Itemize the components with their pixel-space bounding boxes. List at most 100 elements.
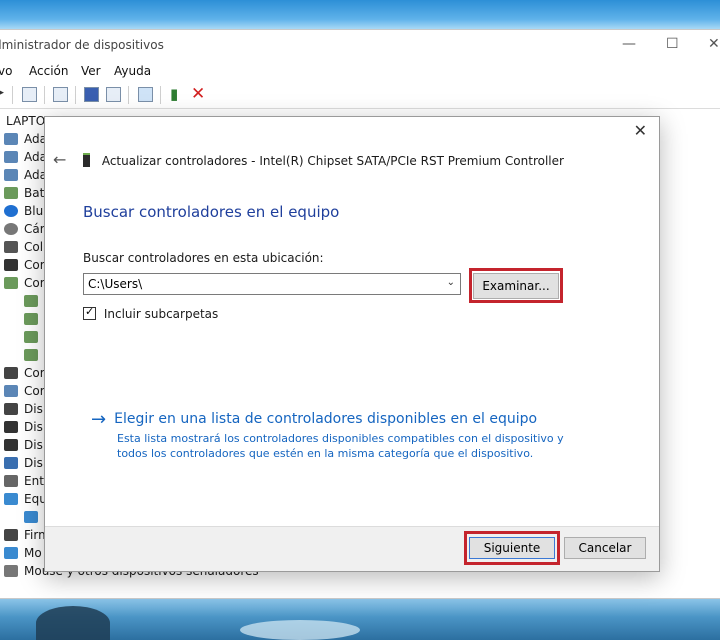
tree-item-label: Dis <box>24 456 43 470</box>
tree-item[interactable]: Firm <box>4 528 50 546</box>
tree-item-label: Dis <box>24 402 43 416</box>
minimize-icon[interactable]: — <box>622 36 636 52</box>
monitor-icon <box>4 547 18 559</box>
wallpaper-rock <box>36 606 110 640</box>
chevron-down-icon[interactable]: ⌄ <box>447 277 455 288</box>
display-icon <box>4 457 18 469</box>
tree-subitem[interactable] <box>24 312 44 330</box>
tree-item[interactable]: Bat <box>4 186 44 204</box>
forward-icon[interactable]: ▶ <box>0 85 9 100</box>
window-close-icon[interactable]: ✕ <box>708 36 720 52</box>
dialog-footer: Siguiente Cancelar <box>45 526 659 571</box>
toolbar-separator <box>12 86 13 104</box>
path-input[interactable] <box>84 274 432 294</box>
toolbar-separator <box>75 86 76 104</box>
tree-subitem[interactable] <box>24 348 44 366</box>
include-subfolders-checkbox[interactable]: ✓ <box>83 305 96 320</box>
help-icon[interactable] <box>84 87 99 102</box>
keyboard-icon <box>4 403 18 415</box>
toolbar-separator <box>160 86 161 104</box>
tree-item[interactable]: Dis <box>4 402 43 420</box>
battery-icon <box>4 187 18 199</box>
controller-chip-icon <box>24 295 38 307</box>
camera-icon <box>4 223 18 235</box>
pick-from-list-text: Elegir en una lista de controladores dis… <box>114 411 538 427</box>
tree-subitem[interactable] <box>24 294 44 312</box>
pick-from-list-link[interactable]: → Elegir en una lista de controladores di… <box>91 409 537 430</box>
update-driver-dialog: ✕ ← Actualizar controladores - Intel(R) … <box>44 116 660 572</box>
cancel-button[interactable]: Cancelar <box>564 537 646 559</box>
close-icon[interactable]: ✕ <box>634 121 647 140</box>
tree-item[interactable]: Dis <box>4 438 43 456</box>
menu-accion[interactable]: Acción <box>29 64 68 78</box>
menu-ver[interactable]: Ver <box>81 64 101 78</box>
tree-item[interactable]: Equ <box>4 492 47 510</box>
tree-item[interactable]: Cár <box>4 222 45 240</box>
tree-item[interactable]: Ada <box>4 150 47 168</box>
view-icon[interactable] <box>106 87 121 102</box>
tree-item-label: Cor <box>24 384 45 398</box>
tree-subitem[interactable] <box>24 510 44 528</box>
uninstall-icon[interactable]: ✕ <box>191 84 205 104</box>
tree-item[interactable]: Ent <box>4 474 44 492</box>
tree-root[interactable]: LAPTO <box>6 114 45 128</box>
bluetooth-icon <box>4 205 18 217</box>
controller-icon <box>4 259 18 271</box>
pick-from-list-description: Esta lista mostrará los controladores di… <box>117 432 564 460</box>
device-chip-icon <box>83 153 90 167</box>
menu-bar: vo Acción Ver Ayuda <box>0 60 720 82</box>
properties-icon[interactable] <box>22 87 37 102</box>
device-manager-titlebar: dministrador de dispositivos — ☐ ✕ <box>0 30 720 60</box>
tree-item-label: Mo <box>24 546 42 560</box>
tree-item[interactable]: Ada <box>4 168 47 186</box>
update-driver-icon[interactable]: ▮ <box>170 85 178 103</box>
tree-item[interactable]: Cor <box>4 258 45 276</box>
tree-item[interactable]: Mo <box>4 546 42 564</box>
computer-icon <box>4 493 18 505</box>
tree-item[interactable]: Dis <box>4 420 43 438</box>
device-icon <box>4 421 18 433</box>
usb-icon <box>4 367 18 379</box>
audio-icon <box>4 475 18 487</box>
toolbar: ▶ ▮ ✕ <box>0 82 720 109</box>
toolbar-separator <box>128 86 129 104</box>
device-icon <box>4 169 18 181</box>
tree-item[interactable]: Cor <box>4 276 45 294</box>
tree-item[interactable]: Cor <box>4 366 45 384</box>
document-icon[interactable] <box>53 87 68 102</box>
tree-item[interactable]: Blu <box>4 204 43 222</box>
browse-highlight-box <box>469 268 563 303</box>
controller-chip-icon <box>24 349 38 361</box>
tree-item-label: Cor <box>24 366 45 380</box>
toolbar-separator <box>44 86 45 104</box>
dialog-header-text: Actualizar controladores - Intel(R) Chip… <box>101 154 564 168</box>
tree-item[interactable]: Col <box>4 240 43 258</box>
tree-item[interactable]: Ada <box>4 132 47 150</box>
tree-item-label: Bat <box>24 186 45 200</box>
dialog-header: Actualizar controladores - Intel(R) Chip… <box>83 153 564 168</box>
tree-item[interactable]: Dis <box>4 456 43 474</box>
next-highlight-box <box>464 531 560 565</box>
path-combobox[interactable]: ⌄ <box>83 273 461 295</box>
computer-icon <box>4 385 18 397</box>
monitor-icon[interactable] <box>138 87 153 102</box>
controller-chip-icon <box>24 331 38 343</box>
include-subfolders-row[interactable]: ✓ Incluir subcarpetas <box>83 305 218 321</box>
tree-item-label: Dis <box>24 438 43 452</box>
wallpaper-foam <box>240 620 360 640</box>
computer-icon <box>24 511 38 523</box>
mouse-icon <box>4 565 18 577</box>
device-icon <box>4 439 18 451</box>
checkmark-icon: ✓ <box>85 305 95 318</box>
tree-subitem[interactable] <box>24 330 44 348</box>
tree-item-label: Col <box>24 240 44 254</box>
device-icon <box>4 133 18 145</box>
menu-ayuda[interactable]: Ayuda <box>114 64 151 78</box>
menu-archivo[interactable]: vo <box>0 64 12 78</box>
device-icon <box>4 151 18 163</box>
back-arrow-icon[interactable]: ← <box>53 150 66 169</box>
tree-item-label: Cor <box>24 258 45 272</box>
tree-item[interactable]: Cor <box>4 384 45 402</box>
maximize-icon[interactable]: ☐ <box>666 36 679 52</box>
tree-item-label: Cár <box>24 222 45 236</box>
